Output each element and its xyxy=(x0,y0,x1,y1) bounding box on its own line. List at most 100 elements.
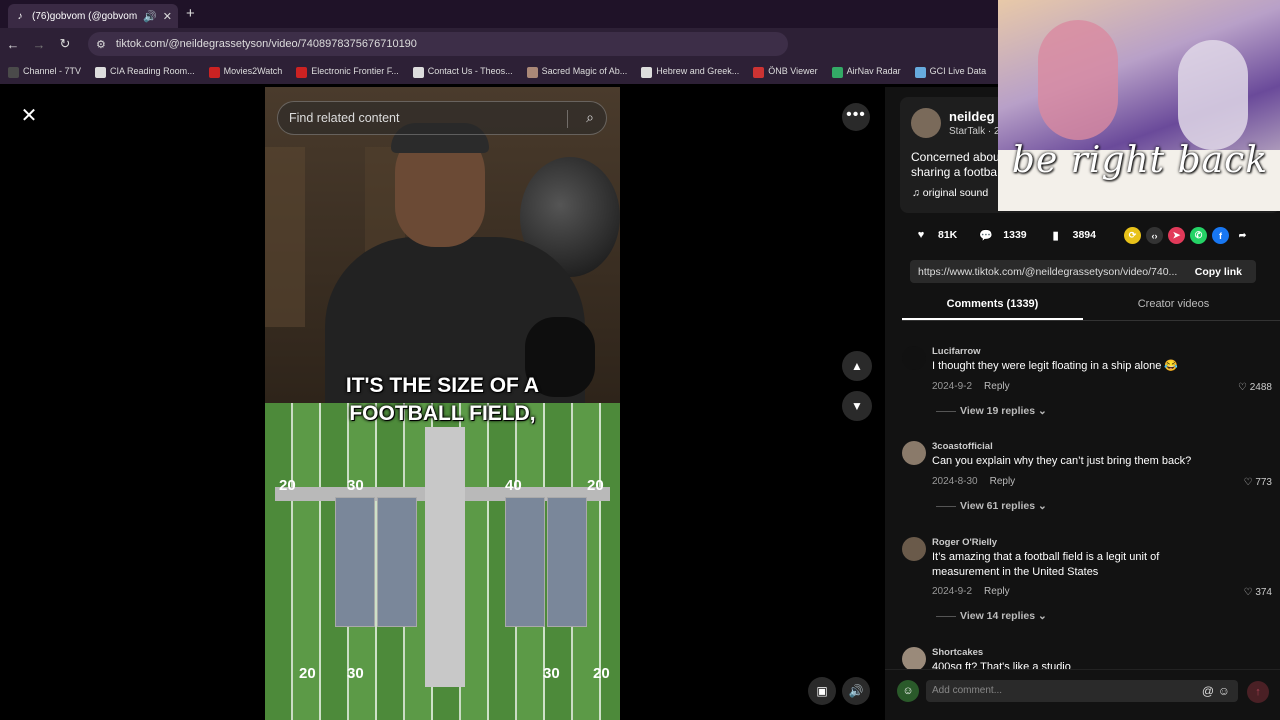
comment-likes[interactable]: ♡ 773 xyxy=(1244,477,1272,488)
site-settings-icon[interactable]: ⚙ xyxy=(96,38,106,51)
find-related-search[interactable]: Find related content ⌕ xyxy=(277,101,607,135)
bookmark-label: Sacred Magic of Ab... xyxy=(541,66,628,77)
share-icon[interactable]: ➦ xyxy=(1234,227,1251,244)
share-link-bar: https://www.tiktok.com/@neildegrassetyso… xyxy=(910,260,1256,283)
commenter-avatar[interactable] xyxy=(902,537,926,561)
action-bar: ♥ 81K 💬 1339 ▮ 3894 xyxy=(912,226,1096,244)
search-icon[interactable]: ⌕ xyxy=(586,109,594,126)
comment-tabs: Comments (1339) Creator videos xyxy=(902,292,1280,321)
close-icon[interactable]: ✕ xyxy=(17,105,41,129)
comment-username[interactable]: Shortcakes xyxy=(932,647,983,658)
comment-likes[interactable]: ♡ 374 xyxy=(1244,587,1272,598)
post-comment-icon[interactable]: ↑ xyxy=(1247,681,1269,703)
comment-username[interactable]: 3coastofficial xyxy=(932,441,993,452)
reply-button[interactable]: Reply xyxy=(984,381,1010,392)
comment-like-count: 2488 xyxy=(1249,382,1272,393)
back-icon[interactable]: ← xyxy=(0,37,26,52)
cartoon-character xyxy=(1178,40,1248,150)
url-field[interactable]: ⚙ tiktok.com/@neildegrassetyson/video/74… xyxy=(88,32,788,56)
view-replies-label: View 14 replies xyxy=(960,610,1036,622)
yard-label: 20 xyxy=(279,477,296,494)
more-options-icon[interactable]: ••• xyxy=(842,103,870,131)
reply-button[interactable]: Reply xyxy=(990,476,1016,487)
yard-label: 20 xyxy=(299,665,316,682)
repost-icon[interactable]: ⟳ xyxy=(1124,227,1141,244)
url-text: tiktok.com/@neildegrassetyson/video/7408… xyxy=(115,38,417,50)
share-link-url[interactable]: https://www.tiktok.com/@neildegrassetyso… xyxy=(918,266,1181,278)
yard-label: 20 xyxy=(587,477,604,494)
volume-icon[interactable]: 🔊 xyxy=(842,677,870,705)
comment-likes[interactable]: ♡ 2488 xyxy=(1238,382,1272,393)
bookmark-favicon-icon xyxy=(8,66,19,78)
search-placeholder: Find related content xyxy=(289,111,400,125)
bookmark-icon[interactable]: ▮ xyxy=(1047,226,1065,244)
bookmark-label: Electronic Frontier F... xyxy=(311,66,399,77)
close-tab-icon[interactable]: ✕ xyxy=(163,10,172,23)
reload-icon[interactable]: ↻ xyxy=(52,36,78,52)
be-right-back-overlay: be right back xyxy=(998,0,1280,211)
tiktok-icon: ♪ xyxy=(17,10,23,22)
author-avatar[interactable] xyxy=(911,108,941,138)
yard-label: 40 xyxy=(505,477,522,494)
tab-comments[interactable]: Comments (1339) xyxy=(902,298,1083,320)
bookmark-item[interactable]: ÖNB Viewer xyxy=(753,66,818,78)
video-description: Concerned abou sharing a footba xyxy=(911,150,1000,179)
next-video-button[interactable]: ▼ xyxy=(842,391,872,421)
emoji-icon[interactable]: ☺ xyxy=(1218,680,1230,702)
presenter xyxy=(325,123,595,437)
comment-username[interactable]: Roger O'Rielly xyxy=(932,537,997,548)
whatsapp-icon[interactable]: ✆ xyxy=(1190,227,1207,244)
reply-button[interactable]: Reply xyxy=(984,586,1010,597)
bookmark-item[interactable]: Sacred Magic of Ab... xyxy=(526,66,628,78)
bookmark-item[interactable]: Channel - 7TV xyxy=(8,66,81,78)
commenter-avatar[interactable] xyxy=(902,346,926,370)
user-avatar[interactable]: ☺ xyxy=(897,680,919,702)
like-icon[interactable]: ♥ xyxy=(912,226,930,244)
bookmark-item[interactable]: CIA Reading Room... xyxy=(95,66,195,78)
speaker-icon[interactable]: 🔊 xyxy=(143,10,157,23)
comment-username[interactable]: Lucifarrow xyxy=(932,346,981,357)
forward-icon[interactable]: → xyxy=(26,37,52,52)
bookmark-item[interactable]: Contact Us - Theos... xyxy=(412,66,513,78)
comment-text: 400sq ft? That's like a studio xyxy=(932,661,1071,669)
comment-meta: 2024-9-2 Reply xyxy=(932,586,1010,597)
view-replies-button[interactable]: View 14 replies ⌄ xyxy=(936,610,1047,622)
bookshelf xyxy=(265,147,305,327)
solar-panel xyxy=(505,497,545,627)
iss-core xyxy=(425,427,465,687)
commenter-avatar[interactable] xyxy=(902,441,926,465)
view-replies-button[interactable]: View 61 replies ⌄ xyxy=(936,500,1047,512)
send-to-friends-icon[interactable]: ➤ xyxy=(1168,227,1185,244)
browser-tab[interactable]: ♪ (76)gobvom (@gobvom) | T 🔊 ✕ xyxy=(8,4,178,28)
floating-player-icon[interactable]: ▣ xyxy=(808,677,836,705)
embed-icon[interactable]: ‹› xyxy=(1146,227,1163,244)
author-name[interactable]: neildeg xyxy=(949,109,995,124)
bookmark-favicon-icon xyxy=(753,66,765,78)
comment-like-count: 773 xyxy=(1255,477,1272,488)
overlay-text: be right back xyxy=(1011,140,1269,181)
comment-meta: 2024-8-30 Reply xyxy=(932,476,1015,487)
sound-label: original sound xyxy=(922,187,989,199)
comment-icon[interactable]: 💬 xyxy=(977,226,995,244)
author-subtitle: StarTalk · 2 xyxy=(949,126,1000,137)
bookmark-item[interactable]: Electronic Frontier F... xyxy=(296,66,399,78)
facebook-icon[interactable]: f xyxy=(1212,227,1229,244)
copy-link-button[interactable]: Copy link xyxy=(1181,266,1256,278)
solar-panel xyxy=(335,497,375,627)
bookmark-item[interactable]: AirNav Radar xyxy=(831,66,901,78)
mention-icon[interactable]: @ xyxy=(1202,680,1214,702)
bookmark-label: GCI Live Data xyxy=(929,66,987,77)
bookmark-favicon-icon xyxy=(412,66,424,78)
bookmark-item[interactable]: Movies2Watch xyxy=(208,66,282,78)
new-tab-button[interactable]: + xyxy=(186,5,195,22)
commenter-avatar[interactable] xyxy=(902,647,926,669)
comment-placeholder: Add comment... xyxy=(932,685,1003,696)
bookmark-item[interactable]: Hebrew and Greek... xyxy=(641,66,739,78)
tab-creator-videos[interactable]: Creator videos xyxy=(1083,298,1264,310)
yard-label: 20 xyxy=(593,665,610,682)
sound-link[interactable]: ♫ original sound xyxy=(912,187,988,199)
comment-input[interactable]: Add comment... @ ☺ xyxy=(926,680,1238,702)
view-replies-button[interactable]: View 19 replies ⌄ xyxy=(936,405,1047,417)
bookmark-item[interactable]: GCI Live Data xyxy=(914,66,987,78)
previous-video-button[interactable]: ▲ xyxy=(842,351,872,381)
